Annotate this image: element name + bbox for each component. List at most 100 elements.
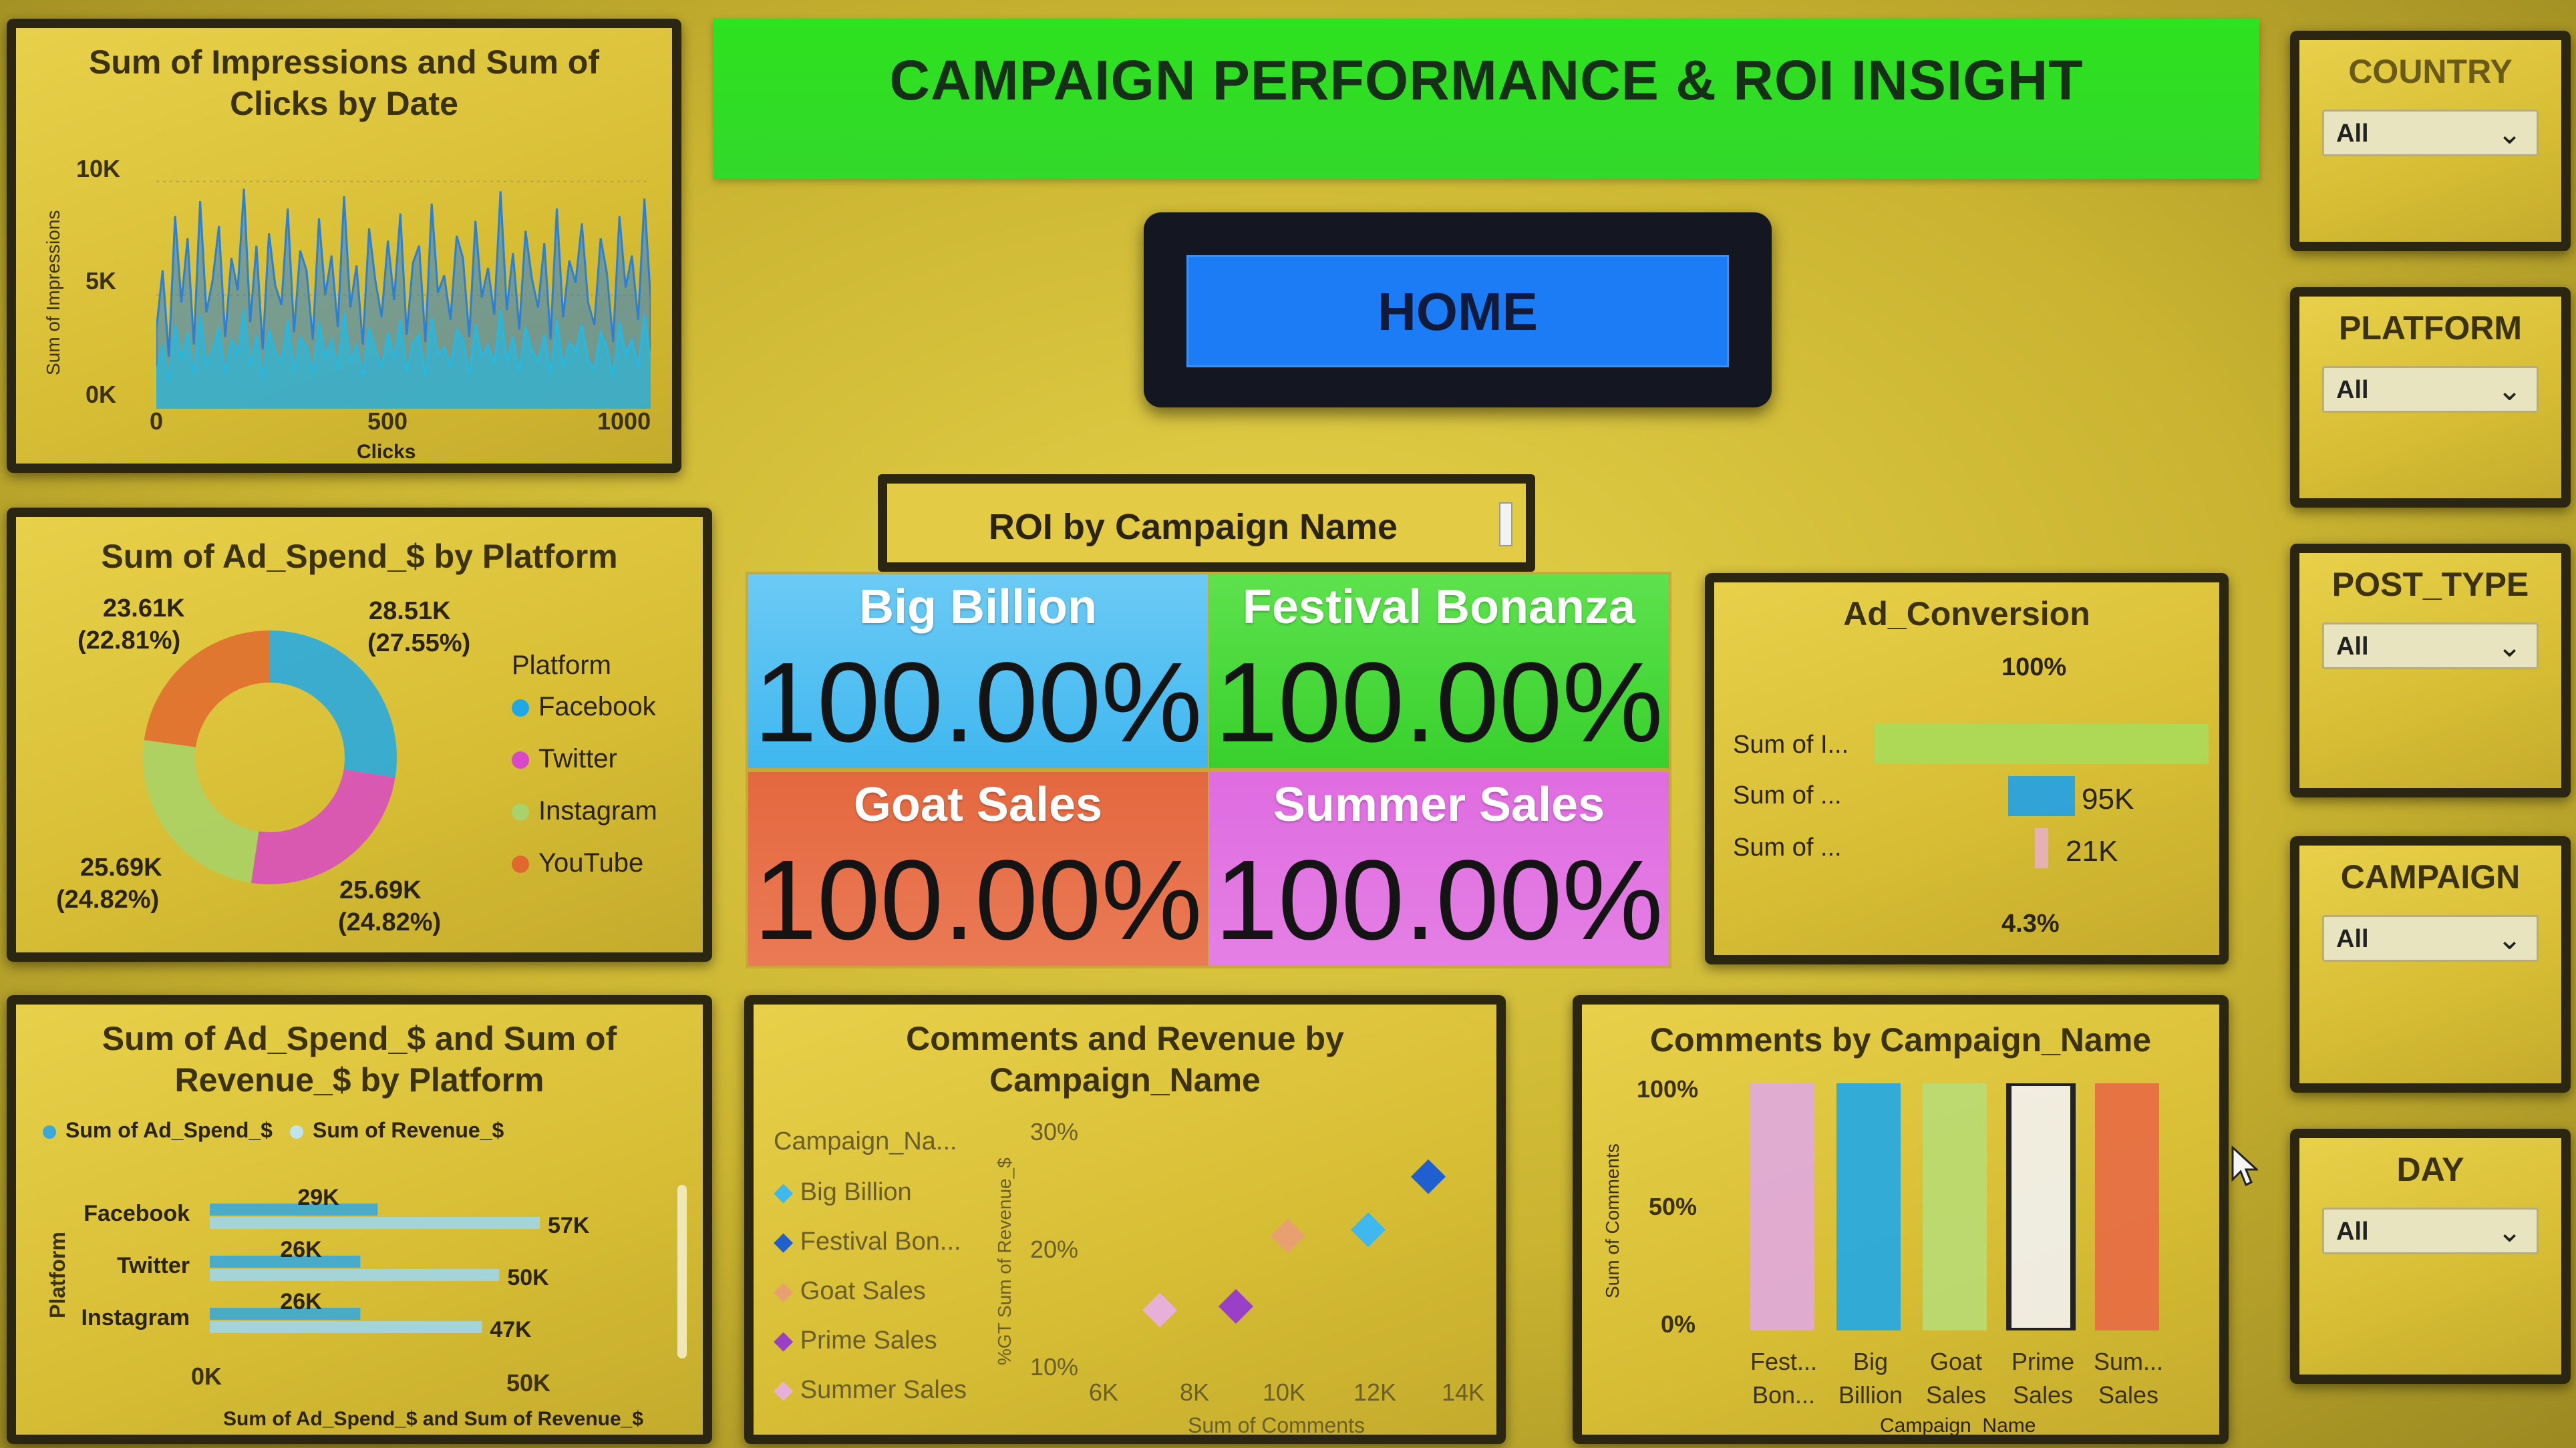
x-tick: 0: [150, 407, 164, 435]
column-bar[interactable]: [2095, 1083, 2159, 1330]
legend-item-revenue[interactable]: Sum of Revenue_$: [290, 1118, 504, 1143]
legend-item[interactable]: ◆ Big Billion: [774, 1177, 912, 1207]
hbar-chart[interactable]: Facebook 29K 57K Twitter 26K 50K Instagram 26K 4…: [69, 1185, 671, 1359]
funnel-bar[interactable]: [2008, 776, 2075, 816]
legend-dot: [43, 1125, 56, 1139]
diamond-icon: ◆: [774, 1277, 794, 1305]
legend-title: Campaign_Na...: [774, 1127, 957, 1155]
y-axis-label: %GT Sum of Revenue_$: [994, 1157, 1015, 1365]
legend-dot: [512, 803, 529, 822]
kpi-value: 100.00%: [1215, 837, 1663, 964]
slicer-title: CAMPAIGN: [2340, 858, 2521, 896]
column-bar[interactable]: [1750, 1083, 1814, 1330]
chevron-down-icon: ⌄: [2497, 1216, 2522, 1248]
x-axis-label: Sum of Ad_Spend_$ and Sum of Revenue_$: [223, 1408, 644, 1430]
slicer-title: COUNTRY: [2348, 53, 2513, 90]
funnel-label: Sum of ...: [1733, 834, 1842, 862]
chevron-down-icon: ⌄: [2497, 118, 2522, 150]
x-tick: 1000: [597, 407, 651, 435]
slice-label-instagram-value: 25.69K: [80, 854, 162, 882]
scatter-point[interactable]: [1411, 1159, 1446, 1194]
slice-label-youtube-pct: (22.81%): [77, 626, 181, 655]
y-tick: 30%: [1030, 1118, 1079, 1145]
comments-by-campaign-panel: Comments by Campaign_Name Sum of Comment…: [1573, 995, 2229, 1444]
legend-item-youtube[interactable]: YouTube: [512, 848, 643, 878]
spend-revenue-panel: Sum of Ad_Spend_$ and Sum of Revenue_$ b…: [7, 995, 712, 1444]
donut-slice-twitter[interactable]: [251, 769, 395, 884]
legend-label: Goat Sales: [800, 1277, 926, 1305]
chart-title: Comments by Campaign_Name: [1649, 1021, 2152, 1059]
y-axis-label: Sum of Comments: [1602, 1143, 1623, 1298]
legend-item[interactable]: ◆ Festival Bon...: [774, 1226, 961, 1256]
dropdown-value: All: [2336, 120, 2369, 148]
legend-item-twitter[interactable]: Twitter: [512, 744, 617, 774]
slicer-title: PLATFORM: [2338, 309, 2523, 347]
slicer-campaign: CAMPAIGN All ⌄: [2290, 836, 2571, 1093]
legend-label: Sum of Revenue_$: [313, 1118, 504, 1142]
scatter-point[interactable]: [1219, 1288, 1253, 1324]
post-type-dropdown[interactable]: All ⌄: [2322, 622, 2539, 669]
x-tick: Big Billion: [1838, 1348, 1903, 1409]
scatter-point[interactable]: [1271, 1218, 1305, 1254]
y-tick-label: Instagram: [82, 1305, 190, 1330]
legend-label: Facebook: [538, 692, 656, 721]
comments-revenue-panel: Comments and Revenue by Campaign_Name Ca…: [744, 995, 1506, 1444]
y-tick: 20%: [1030, 1236, 1079, 1263]
y-tick-label: Facebook: [84, 1201, 190, 1226]
day-dropdown[interactable]: All ⌄: [2322, 1208, 2539, 1254]
legend-item[interactable]: ◆ Prime Sales: [774, 1325, 937, 1355]
slicer-title: POST_TYPE: [2331, 566, 2529, 603]
x-tick: 500: [367, 407, 408, 435]
column-bar[interactable]: [1923, 1083, 1987, 1330]
platform-dropdown[interactable]: All ⌄: [2322, 366, 2539, 413]
legend-label: Big Billion: [800, 1178, 912, 1206]
scatter-point[interactable]: [1142, 1292, 1177, 1328]
country-dropdown[interactable]: All ⌄: [2322, 110, 2539, 156]
bar-data-label: 57K: [548, 1213, 590, 1238]
dropdown-value: All: [2336, 925, 2369, 953]
x-tick: 50K: [506, 1369, 551, 1397]
dropdown-value: All: [2336, 376, 2369, 404]
scrollbar[interactable]: [677, 1185, 687, 1359]
home-button[interactable]: HOME: [1186, 255, 1729, 367]
area-chart[interactable]: [156, 162, 651, 409]
funnel-bar[interactable]: [2035, 828, 2048, 868]
funnel-label: Sum of ...: [1733, 781, 1842, 809]
kpi-name: Big Billion: [859, 580, 1097, 634]
bar-data-label: 26K: [280, 1289, 322, 1314]
bar-facebook-1[interactable]: [210, 1217, 540, 1229]
chart-title: Sum of Ad_Spend_$ and Sum of Revenue_$ b…: [102, 1020, 617, 1099]
legend-item-facebook[interactable]: Facebook: [512, 692, 656, 722]
legend-label: Summer Sales: [800, 1376, 967, 1404]
legend-item[interactable]: ◆ Summer Sales: [774, 1375, 967, 1405]
kpi-name: Festival Bonanza: [1242, 580, 1636, 634]
column-bar[interactable]: [2006, 1083, 2076, 1330]
bar-data-label: 29K: [297, 1185, 339, 1210]
scatter-point[interactable]: [1351, 1212, 1386, 1248]
legend-item-instagram[interactable]: Instagram: [512, 796, 657, 826]
bar-twitter-1[interactable]: [210, 1269, 500, 1281]
kpi-value: 100.00%: [1215, 639, 1663, 766]
y-tick: 0%: [1661, 1310, 1696, 1338]
slicer-day: DAY All ⌄: [2290, 1129, 2571, 1384]
column-chart[interactable]: [1742, 1083, 2197, 1330]
scatter-chart[interactable]: [1088, 1125, 1488, 1372]
y-axis-label: Platform: [45, 1232, 69, 1318]
y-tick-label: Twitter: [117, 1253, 190, 1278]
bar-facebook-0[interactable]: [210, 1204, 378, 1216]
legend-label: Twitter: [538, 744, 617, 773]
bar-data-label: 26K: [280, 1237, 322, 1262]
legend-label: Sum of Ad_Spend_$: [65, 1118, 273, 1142]
legend-item[interactable]: ◆ Goat Sales: [774, 1276, 926, 1306]
legend-item-ad-spend[interactable]: Sum of Ad_Spend_$: [43, 1118, 273, 1143]
column-bar[interactable]: [1836, 1083, 1901, 1330]
funnel-chart[interactable]: [1875, 716, 2209, 876]
legend-label: YouTube: [538, 848, 644, 878]
chart-title: Comments and Revenue by Campaign_Name: [906, 1020, 1344, 1099]
legend-label: Prime Sales: [800, 1326, 937, 1354]
funnel-bar[interactable]: [1875, 724, 2209, 764]
donut-chart[interactable]: [130, 617, 410, 898]
bar-instagram-1[interactable]: [210, 1321, 482, 1333]
scroll-handle[interactable]: [1499, 502, 1512, 546]
campaign-dropdown[interactable]: All ⌄: [2322, 915, 2539, 962]
